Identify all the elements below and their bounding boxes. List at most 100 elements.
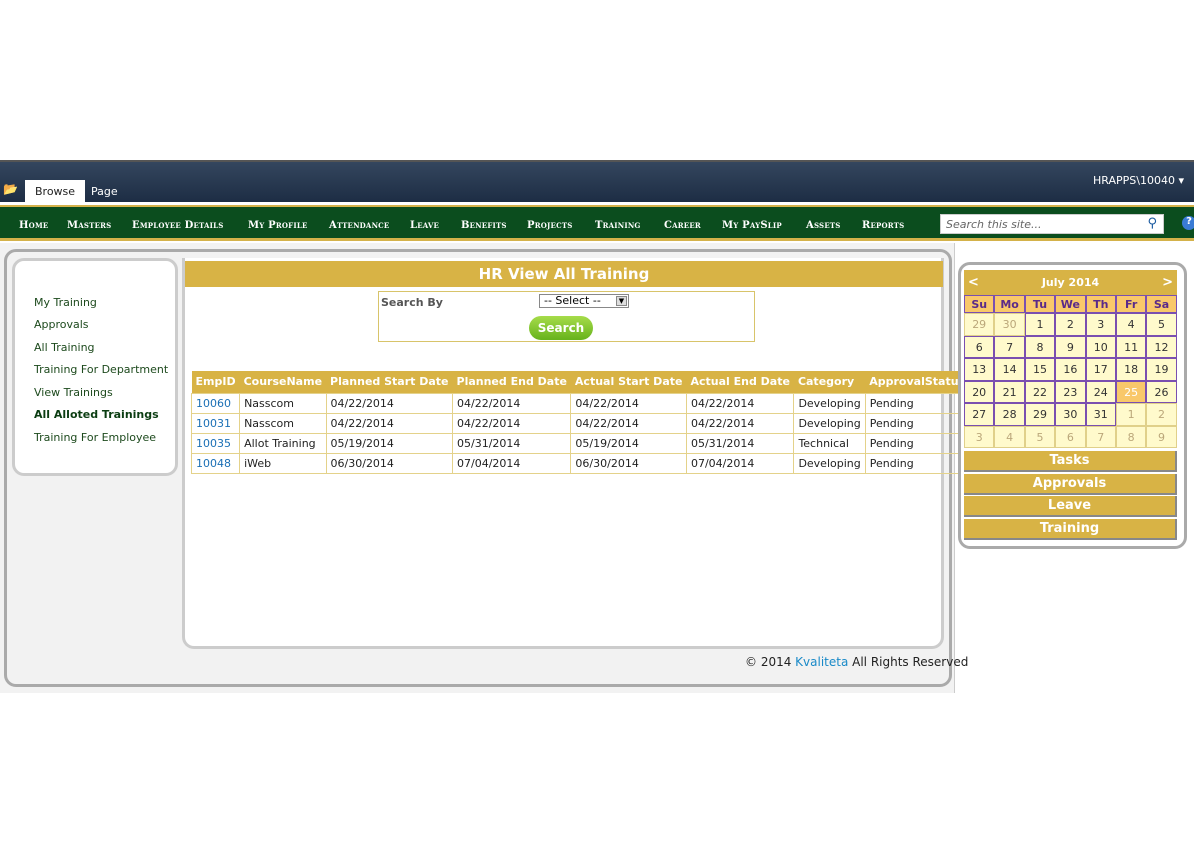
calendar-day[interactable]: 8 [1024,335,1056,358]
calendar-day[interactable]: 12 [1146,335,1177,358]
nav-projects[interactable]: Projects [527,220,573,231]
calendar-day[interactable]: 30 [1055,403,1086,426]
calendar-day[interactable]: 28 [994,403,1025,426]
sidebar-item-all-training[interactable]: All Training [34,341,95,354]
calendar-day[interactable]: 20 [964,380,995,403]
column-header: EmpID [191,371,240,393]
next-month-button[interactable]: > [1162,270,1173,295]
calendar-day[interactable]: 3 [1085,313,1116,336]
sidebar-item-training-for-department[interactable]: Training For Department [34,363,168,376]
calendar-day[interactable]: 24 [1085,380,1116,403]
calendar-day[interactable]: 2 [1055,313,1086,336]
calendar-day[interactable]: 18 [1115,358,1147,381]
site-search-input[interactable]: Search this site... ⚲ [940,214,1164,234]
user-menu[interactable]: HRAPPS\10040 ▾ [1093,174,1184,187]
calendar-day[interactable]: 26 [1146,380,1177,403]
calendar-day[interactable]: 7 [994,335,1025,358]
prev-month-button[interactable]: < [968,270,979,295]
calendar-day[interactable]: 17 [1085,358,1116,381]
calendar-dow: Fr [1115,295,1147,313]
calendar-day[interactable]: 1 [1115,403,1147,426]
calendar-day[interactable]: 13 [964,358,995,381]
calendar-day[interactable]: 2 [1146,403,1177,426]
sidebar-item-my-training[interactable]: My Training [34,296,97,309]
calendar-day[interactable]: 19 [1146,358,1177,381]
tab-browse[interactable]: Browse [25,180,86,202]
nav-attendance[interactable]: Attendance [329,220,389,231]
tasks-button[interactable]: Tasks [964,451,1177,472]
help-icon[interactable]: ? [1182,216,1194,230]
calendar-day[interactable]: 3 [964,425,995,448]
table-cell: 07/04/2014 [452,452,572,474]
calendar-day[interactable]: 30 [994,313,1025,336]
calendar-day[interactable]: 29 [964,313,995,336]
search-box: Search By -- Select -- ▼ Search [378,291,755,342]
calendar-day[interactable]: 27 [964,403,995,426]
nav-masters[interactable]: Masters [67,220,111,231]
nav-leave[interactable]: Leave [410,220,439,231]
tab-page[interactable]: Page [81,180,128,202]
emp-id-link[interactable]: 10060 [196,397,231,410]
calendar-day[interactable]: 21 [994,380,1025,403]
calendar-day[interactable]: 9 [1146,425,1177,448]
emp-id-link[interactable]: 10035 [196,437,231,450]
calendar-day[interactable]: 22 [1024,380,1056,403]
calendar-day[interactable]: 6 [1055,425,1086,448]
calendar-dow: Sa [1146,295,1177,313]
search-button[interactable]: Search [529,316,593,340]
calendar-day[interactable]: 14 [994,358,1025,381]
sidebar-item-all-alloted-trainings[interactable]: All Alloted Trainings [34,408,159,421]
sidebar-item-approvals[interactable]: Approvals [34,318,89,331]
calendar-day[interactable]: 5 [1024,425,1056,448]
calendar-day[interactable]: 4 [994,425,1025,448]
column-header: Category [793,371,866,393]
nav-career[interactable]: Career [664,220,701,231]
sidebar-item-training-for-employee[interactable]: Training For Employee [34,431,156,444]
table-cell: 10031 [190,412,241,434]
calendar-day[interactable]: 10 [1085,335,1116,358]
calendar-day[interactable]: 6 [964,335,995,358]
calendar-day[interactable]: 23 [1055,380,1086,403]
calendar-day[interactable]: 9 [1055,335,1086,358]
emp-id-link[interactable]: 10031 [196,417,231,430]
calendar-day[interactable]: 7 [1085,425,1116,448]
emp-id-link[interactable]: 10048 [196,457,231,470]
table-cell: 10048 [190,452,241,474]
search-icon[interactable]: ⚲ [1147,216,1157,231]
table-row: 10048 iWeb 06/30/2014 07/04/2014 06/30/2014 0… [190,452,970,474]
calendar-day[interactable]: 1 [1024,313,1056,336]
calendar-day[interactable]: 11 [1115,335,1147,358]
calendar-day[interactable]: 25 [1115,380,1147,403]
table-cell: Allot Training [239,432,327,454]
calendar-day[interactable]: 31 [1085,403,1116,426]
calendar-day[interactable]: 29 [1024,403,1056,426]
table-cell: Developing [793,392,866,414]
nav-employee-details[interactable]: Employee Details [132,220,224,231]
search-by-select[interactable]: -- Select -- ▼ [539,294,629,308]
nav-my-profile[interactable]: My Profile [248,220,307,231]
training-button[interactable]: Training [964,519,1177,540]
calendar-day[interactable]: 8 [1115,425,1147,448]
calendar-grid: Su Mo Tu We Th Fr Sa 29 30 1 2 3 4 5 6 7 8 9 10 11 12 13 14 15 1… [964,295,1177,448]
folder-icon[interactable]: 📂 [3,182,18,196]
table-cell: 06/30/2014 [325,452,454,474]
nav-training[interactable]: Training [595,220,641,231]
footer: © 2014 Kvaliteta All Rights Reserved [745,655,968,669]
nav-reports[interactable]: Reports [862,220,904,231]
nav-benefits[interactable]: Benefits [461,220,507,231]
table-cell: 04/22/2014 [452,392,572,414]
sidebar-item-view-trainings[interactable]: View Trainings [34,386,113,399]
calendar-day[interactable]: 5 [1146,313,1177,336]
approvals-button[interactable]: Approvals [964,474,1177,495]
calendar-day[interactable]: 16 [1055,358,1086,381]
brand-link[interactable]: Kvaliteta [795,655,848,669]
calendar-day[interactable]: 15 [1024,358,1056,381]
table-cell: Pending [864,452,970,474]
nav-home[interactable]: Home [19,220,48,231]
column-header: Actual End Date [686,371,794,393]
column-header: ApprovalStatus [865,371,970,393]
nav-assets[interactable]: Assets [806,220,841,231]
calendar-day[interactable]: 4 [1115,313,1147,336]
leave-button[interactable]: Leave [964,496,1177,517]
nav-my-payslip[interactable]: My PaySlip [722,220,782,231]
